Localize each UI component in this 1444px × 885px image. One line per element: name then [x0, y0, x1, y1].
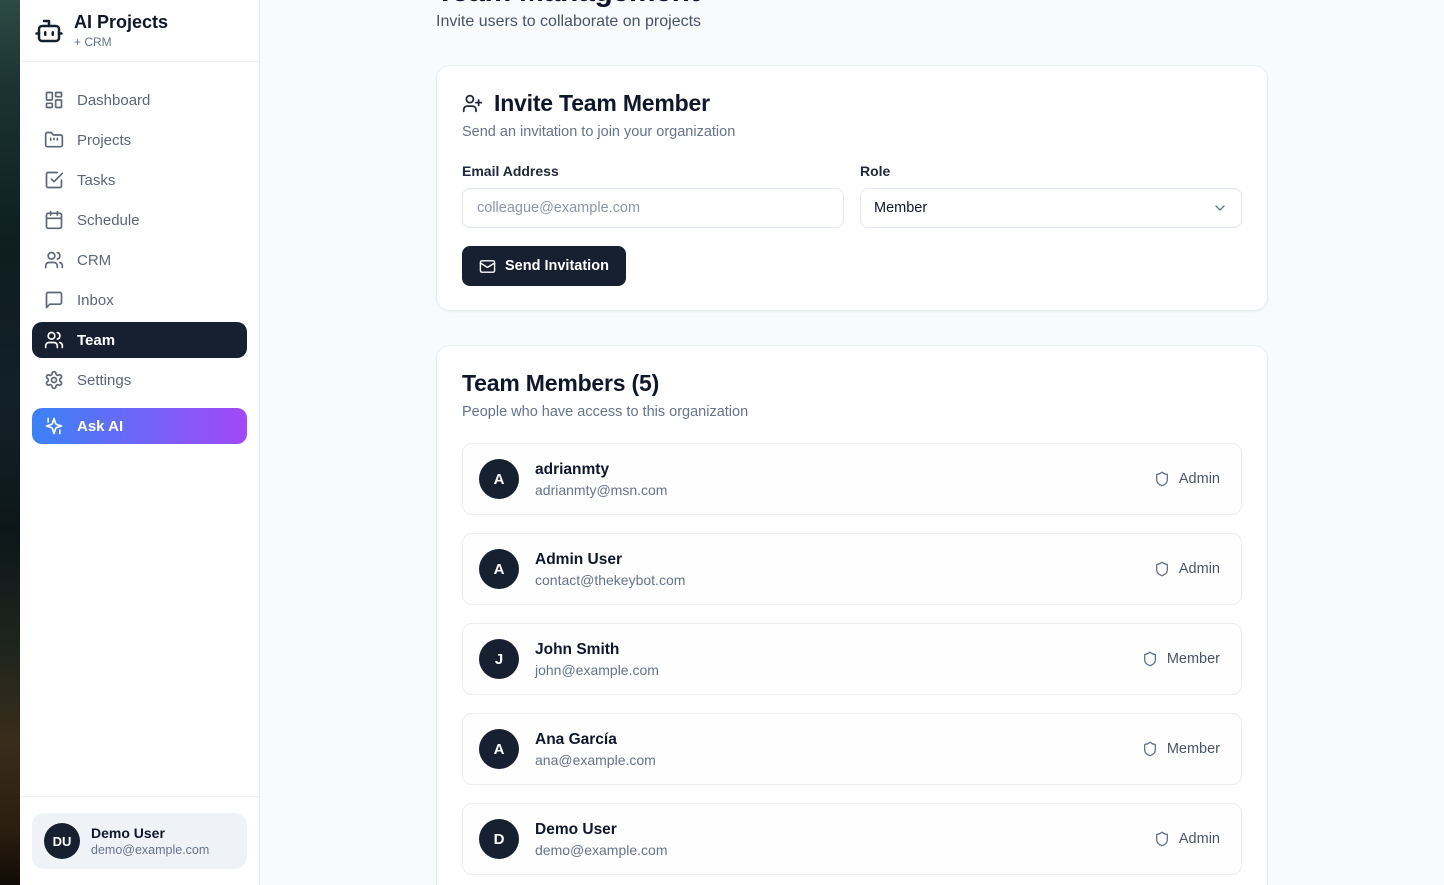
member-role-label: Member [1167, 651, 1220, 667]
avatar: DU [44, 823, 80, 859]
email-address-label: Email Address [462, 163, 844, 179]
member-role-badge: Admin [1154, 561, 1225, 577]
shield-icon [1154, 561, 1170, 577]
team-members-card: Team Members (5) People who have access … [436, 345, 1268, 885]
member-list: A adrianmty adrianmty@msn.com Admin A [462, 443, 1242, 875]
member-row: A Ana García ana@example.com Member [462, 713, 1242, 785]
sidebar-item-crm[interactable]: CRM [32, 242, 247, 278]
sidebar-item-label: CRM [77, 252, 111, 269]
message-icon [44, 290, 64, 310]
tasks-check-icon [44, 170, 64, 190]
sidebar-nav: Dashboard Projects Tasks Schedule CRM [20, 62, 259, 444]
member-role-badge: Member [1142, 741, 1225, 757]
sidebar-item-label: Tasks [77, 172, 115, 189]
ask-ai-button[interactable]: Ask AI [32, 408, 247, 444]
current-user-card[interactable]: DU Demo User demo@example.com [32, 813, 247, 869]
user-plus-icon [462, 93, 483, 114]
member-role-label: Member [1167, 741, 1220, 757]
member-email: adrianmty@msn.com [535, 482, 667, 498]
app-title: AI Projects [74, 12, 168, 33]
sidebar-item-schedule[interactable]: Schedule [32, 202, 247, 238]
avatar: J [479, 639, 519, 679]
dashboard-icon [44, 90, 64, 110]
sidebar-item-label: Inbox [77, 292, 114, 309]
sidebar-footer: DU Demo User demo@example.com [20, 796, 259, 885]
member-role-label: Admin [1179, 831, 1220, 847]
member-row: J John Smith john@example.com Member [462, 623, 1242, 695]
main-content: Team Management Invite users to collabor… [260, 0, 1444, 885]
role-select-value: Member [874, 200, 927, 216]
gear-icon [44, 370, 64, 390]
sidebar-item-label: Schedule [77, 212, 140, 229]
users-icon [44, 330, 64, 350]
member-email: demo@example.com [535, 842, 668, 858]
invite-card-title: Invite Team Member [494, 90, 710, 117]
email-input[interactable] [462, 188, 844, 228]
shield-icon [1142, 741, 1158, 757]
member-email: john@example.com [535, 662, 659, 678]
send-invitation-button[interactable]: Send Invitation [462, 246, 626, 286]
sidebar-item-inbox[interactable]: Inbox [32, 282, 247, 318]
sidebar-item-team[interactable]: Team [32, 322, 247, 358]
avatar: A [479, 729, 519, 769]
member-name: Admin User [535, 551, 685, 569]
invite-card-subtitle: Send an invitation to join your organiza… [462, 124, 1242, 140]
role-label: Role [860, 163, 1242, 179]
shield-icon [1154, 471, 1170, 487]
member-role-badge: Admin [1154, 831, 1225, 847]
sidebar-item-tasks[interactable]: Tasks [32, 162, 247, 198]
members-card-title: Team Members (5) [462, 370, 1242, 397]
calendar-icon [44, 210, 64, 230]
member-email: ana@example.com [535, 752, 656, 768]
member-row: A adrianmty adrianmty@msn.com Admin [462, 443, 1242, 515]
member-name: adrianmty [535, 461, 667, 479]
shield-icon [1154, 831, 1170, 847]
chevron-down-icon [1212, 200, 1228, 216]
member-row: D Demo User demo@example.com Admin [462, 803, 1242, 875]
member-name: Demo User [535, 821, 668, 839]
member-role-label: Admin [1179, 471, 1220, 487]
invite-team-member-card: Invite Team Member Send an invitation to… [436, 65, 1268, 311]
app-subtitle: + CRM [74, 35, 168, 49]
ask-ai-label: Ask AI [77, 418, 123, 435]
avatar: D [479, 819, 519, 859]
mail-icon [479, 258, 496, 275]
desktop-background-strip [0, 0, 20, 885]
users-icon [44, 250, 64, 270]
projects-folder-icon [44, 130, 64, 150]
send-invitation-label: Send Invitation [505, 258, 609, 274]
sidebar-item-label: Team [77, 332, 115, 349]
robot-logo-icon [34, 16, 64, 46]
current-user-email: demo@example.com [91, 843, 209, 857]
member-email: contact@thekeybot.com [535, 572, 685, 588]
sidebar-item-label: Settings [77, 372, 131, 389]
sidebar-item-projects[interactable]: Projects [32, 122, 247, 158]
member-role-badge: Member [1142, 651, 1225, 667]
page-subtitle: Invite users to collaborate on projects [436, 13, 1268, 31]
sidebar-item-label: Projects [77, 132, 131, 149]
sidebar-item-dashboard[interactable]: Dashboard [32, 82, 247, 118]
app-logo: AI Projects + CRM [20, 0, 259, 62]
member-role-label: Admin [1179, 561, 1220, 577]
avatar: A [479, 459, 519, 499]
current-user-name: Demo User [91, 825, 209, 841]
sidebar: AI Projects + CRM Dashboard Projects Tas… [20, 0, 260, 885]
members-card-subtitle: People who have access to this organizat… [462, 404, 1242, 420]
sidebar-item-settings[interactable]: Settings [32, 362, 247, 398]
role-select[interactable]: Member [860, 188, 1242, 228]
member-name: Ana García [535, 731, 656, 749]
member-name: John Smith [535, 641, 659, 659]
shield-icon [1142, 651, 1158, 667]
member-role-badge: Admin [1154, 471, 1225, 487]
member-row: A Admin User contact@thekeybot.com Admin [462, 533, 1242, 605]
avatar: A [479, 549, 519, 589]
sparkles-icon [44, 416, 64, 436]
page-title: Team Management [436, 0, 1268, 10]
sidebar-item-label: Dashboard [77, 92, 150, 109]
